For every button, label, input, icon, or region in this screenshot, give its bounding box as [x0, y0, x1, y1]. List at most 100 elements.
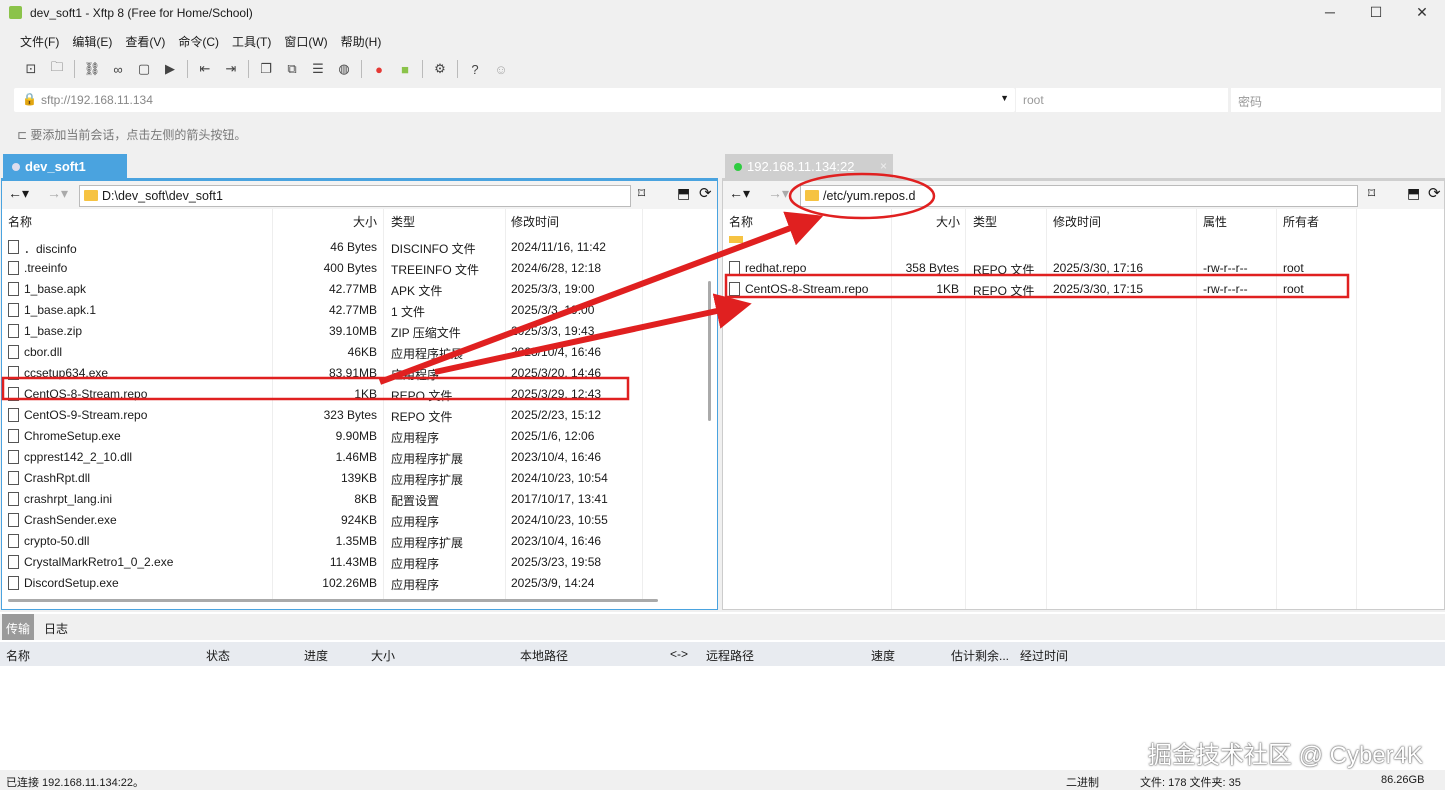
menu-help[interactable]: 帮助(H) — [341, 33, 382, 50]
minimize-button[interactable]: ─ — [1315, 4, 1345, 20]
list-view-icon[interactable]: ☰ — [309, 61, 327, 77]
file-row[interactable]: CentOS-8-Stream.repo 1KB REPO 文件 2025/3/30,… — [723, 278, 1444, 299]
file-row[interactable]: redhat.repo 358 Bytes REPO 文件 2025/3/30, 17… — [723, 257, 1444, 278]
file-size: 1KB — [936, 282, 959, 296]
col-type[interactable]: 类型 — [391, 213, 415, 230]
help-icon[interactable]: ? — [466, 62, 484, 77]
file-modified: 2024/10/23, 10:55 — [511, 513, 608, 527]
chat-icon[interactable]: ☺ — [492, 62, 510, 77]
file-type: REPO 文件 — [391, 389, 453, 403]
file-row[interactable]: cpprest142_2_10.dll 1.46MB 应用程序扩展 2023/10/4… — [2, 446, 717, 467]
file-size: 42.77MB — [328, 282, 377, 296]
col-name[interactable]: 名称 — [8, 213, 32, 230]
remote-panel: ←▾ →▾ /etc/yum.repos.d ⌑ ⬒ ⟳ 名称 大小 类型 修改… — [722, 178, 1445, 610]
tab-log[interactable]: 日志 — [44, 620, 68, 637]
file-row[interactable]: ．discinfo 46 Bytes DISCINFO 文件 2024/11/16, … — [2, 236, 717, 257]
maximize-button[interactable]: ☐ — [1361, 4, 1391, 21]
col-modified[interactable]: 修改时间 — [511, 213, 559, 230]
bookmark-icon[interactable]: ⌑ — [1368, 185, 1375, 202]
menu-view[interactable]: 查看(V) — [125, 33, 165, 50]
col-eta[interactable]: 估计剩余... — [951, 647, 1009, 664]
col-modified[interactable]: 修改时间 — [1053, 213, 1101, 230]
menu-window[interactable]: 窗口(W) — [284, 33, 327, 50]
file-row[interactable]: ChromeSetup.exe 9.90MB 应用程序 2025/1/6, 12:06 — [2, 425, 717, 446]
open-session-icon[interactable]: 🗀 — [48, 58, 66, 80]
password-input[interactable]: 密码 — [1231, 88, 1441, 112]
file-row[interactable]: CrashSender.exe 924KB 应用程序 2024/10/23, 10:5… — [2, 509, 717, 530]
col-owner[interactable]: 所有者 — [1283, 213, 1319, 230]
globe-icon[interactable]: ◍ — [335, 61, 353, 77]
col-size[interactable]: 大小 — [936, 213, 960, 230]
file-icon — [8, 240, 19, 254]
file-row[interactable]: cbor.dll 46KB 应用程序扩展 2023/10/4, 16:46 — [2, 341, 717, 362]
toolbar: ⊡ 🗀 ⛓ ∞ ▢ ▶ ⇤ ⇥ ❐ ⧉ ☰ ◍ ● ■ ⚙ ? ☺ — [22, 58, 510, 80]
tab-remote[interactable]: 192.168.11.134:22 × — [725, 154, 893, 178]
file-icon — [729, 261, 740, 275]
horizontal-scrollbar[interactable] — [8, 599, 658, 602]
new-session-icon[interactable]: ⊡ — [22, 61, 40, 77]
menu-command[interactable]: 命令(C) — [178, 33, 219, 50]
file-row[interactable]: .treeinfo 400 Bytes TREEINFO 文件 2024/6/28, … — [2, 257, 717, 278]
up-folder-icon[interactable]: ⬒ — [677, 185, 690, 202]
vertical-scrollbar[interactable] — [708, 281, 711, 421]
gear-icon[interactable]: ⚙ — [431, 61, 449, 77]
transfer-left-icon[interactable]: ⇤ — [196, 61, 214, 77]
col-progress[interactable]: 进度 — [304, 647, 328, 664]
back-icon[interactable]: ←▾ — [8, 185, 29, 202]
new-window-icon[interactable]: ▢ — [135, 61, 153, 77]
close-tab-icon[interactable]: × — [880, 159, 887, 173]
forward-icon[interactable]: →▾ — [768, 185, 789, 202]
divider — [457, 60, 458, 78]
chevron-down-icon[interactable]: ▼ — [1000, 93, 1009, 103]
refresh-icon[interactable]: ⟳ — [699, 184, 712, 202]
col-remote-path[interactable]: 远程路径 — [706, 647, 754, 664]
col-speed[interactable]: 速度 — [871, 647, 895, 664]
tab-transfer[interactable]: 传输 — [2, 614, 35, 640]
file-row[interactable]: CrystalMarkRetro1_0_2.exe 11.43MB 应用程序 2025… — [2, 551, 717, 572]
paste-icon[interactable]: ⧉ — [283, 61, 301, 77]
back-icon[interactable]: ←▾ — [729, 185, 750, 202]
col-local-path[interactable]: 本地路径 — [520, 647, 568, 664]
transfer-mode[interactable]: 二进制 — [1066, 774, 1099, 790]
file-row[interactable]: 1_base.apk.1 42.77MB 1 文件 2025/3/3, 19:00 — [2, 299, 717, 320]
col-name[interactable]: 名称 — [6, 647, 30, 664]
local-path-input[interactable]: D:\dev_soft\dev_soft1 — [79, 185, 631, 207]
file-row[interactable]: crypto-50.dll 1.35MB 应用程序扩展 2023/10/4, 16:4… — [2, 530, 717, 551]
file-row[interactable]: crashrpt_lang.ini 8KB 配置设置 2017/10/17, 13:4… — [2, 488, 717, 509]
file-row[interactable]: CentOS-8-Stream.repo 1KB REPO 文件 2025/3/29,… — [2, 383, 717, 404]
menu-edit[interactable]: 编辑(E) — [72, 33, 112, 50]
bookmark-icon[interactable]: ⌑ — [638, 185, 645, 202]
up-folder-icon[interactable]: ⬒ — [1407, 185, 1420, 202]
play-icon[interactable]: ▶ — [161, 61, 179, 77]
xftp-icon[interactable]: ■ — [396, 62, 414, 77]
file-row[interactable]: 1_base.zip 39.10MB ZIP 压缩文件 2025/3/3, 19:43 — [2, 320, 717, 341]
col-size[interactable]: 大小 — [371, 647, 395, 664]
transfer-right-icon[interactable]: ⇥ — [222, 61, 240, 77]
remote-path-input[interactable]: /etc/yum.repos.d — [800, 185, 1358, 207]
col-size[interactable]: 大小 — [353, 213, 377, 230]
copy-icon[interactable]: ❐ — [257, 61, 275, 77]
col-type[interactable]: 类型 — [973, 213, 997, 230]
forward-icon[interactable]: →▾ — [47, 185, 68, 202]
menu-file[interactable]: 文件(F) — [20, 33, 59, 50]
file-row[interactable]: CentOS-9-Stream.repo 323 Bytes REPO 文件 2025… — [2, 404, 717, 425]
username-input[interactable]: root — [1016, 88, 1228, 112]
col-status[interactable]: 状态 — [206, 647, 230, 664]
parent-folder-icon[interactable] — [729, 236, 743, 243]
col-attributes[interactable]: 属性 — [1203, 213, 1227, 230]
col-direction[interactable]: <-> — [670, 647, 688, 661]
col-name[interactable]: 名称 — [729, 213, 753, 230]
xshell-icon[interactable]: ● — [370, 62, 388, 77]
tab-local[interactable]: dev_soft1 — [3, 154, 127, 178]
disconnect-icon[interactable]: ⛓ — [83, 61, 101, 77]
file-row[interactable]: CrashRpt.dll 139KB 应用程序扩展 2024/10/23, 10:54 — [2, 467, 717, 488]
file-row[interactable]: ccsetup634.exe 83.91MB 应用程序 2025/3/20, 14:4… — [2, 362, 717, 383]
address-input[interactable]: 🔒 sftp://192.168.11.134 ▼ — [14, 88, 1015, 112]
file-row[interactable]: 1_base.apk 42.77MB APK 文件 2025/3/3, 19:00 — [2, 278, 717, 299]
file-row[interactable]: DiscordSetup.exe 102.26MB 应用程序 2025/3/9, 14… — [2, 572, 717, 593]
col-elapsed[interactable]: 经过时间 — [1020, 647, 1068, 664]
menu-tools[interactable]: 工具(T) — [232, 33, 271, 50]
close-button[interactable]: ✕ — [1407, 4, 1437, 21]
link-icon[interactable]: ∞ — [109, 62, 127, 77]
refresh-icon[interactable]: ⟳ — [1428, 184, 1441, 202]
